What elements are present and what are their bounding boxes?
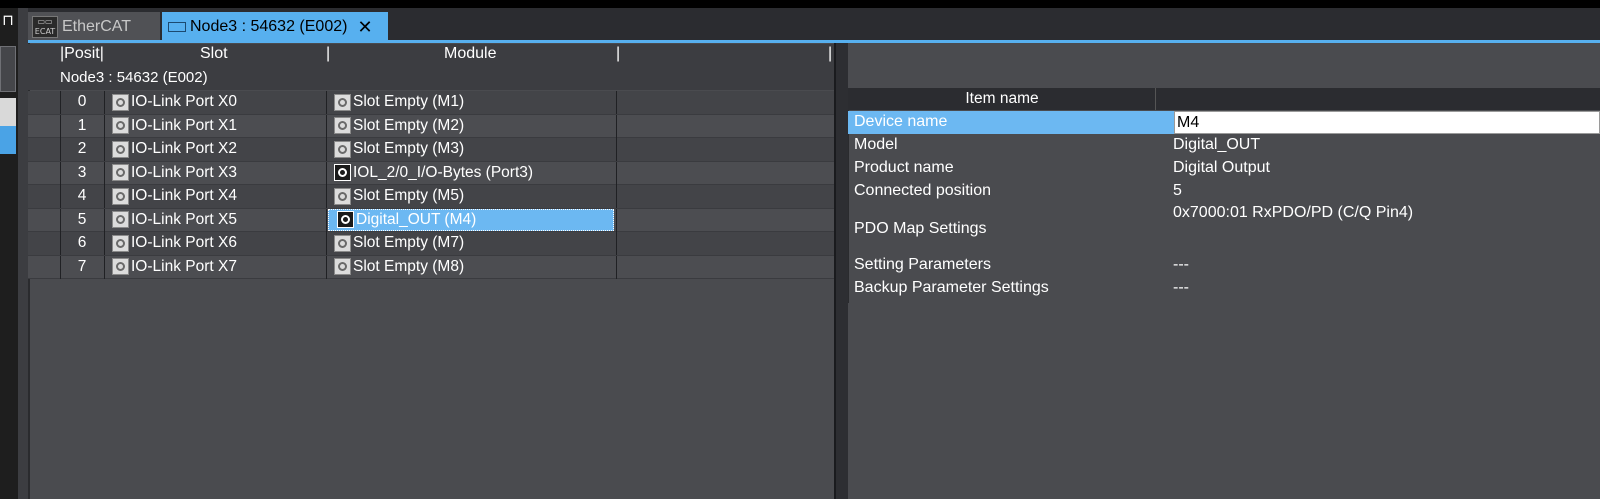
property-key: Product name: [854, 159, 954, 176]
slot-rows: 0 IO-Link Port X0 Slot Empty (M1) 1 IO-L…: [28, 91, 834, 279]
node-title: Node3 : 54632 (E002): [60, 69, 208, 86]
table-row-selected[interactable]: 5 IO-Link Port X5 Digital_OUT (M4): [28, 208, 834, 232]
property-value: ---: [1173, 279, 1189, 296]
slot-cell: IO-Link Port X1: [112, 117, 237, 135]
io-link-icon: [112, 164, 129, 181]
position-cell: 2: [77, 140, 87, 157]
slot-cell: IO-Link Port X3: [112, 164, 237, 182]
table-row[interactable]: 6 IO-Link Port X6 Slot Empty (M7): [28, 232, 834, 256]
property-key: Model: [854, 136, 898, 153]
property-key: Backup Parameter Settings: [854, 279, 1049, 296]
dock-button[interactable]: [0, 46, 16, 92]
property-value: 0x7000:01 RxPDO/PD (C/Q Pin4): [1173, 204, 1414, 221]
module-icon: [337, 211, 354, 228]
io-link-icon: [112, 117, 129, 134]
position-cell: 0: [77, 93, 87, 110]
property-value: Digital_OUT: [1173, 136, 1261, 153]
close-icon[interactable]: ✕: [357, 17, 372, 38]
properties-header: Item name: [848, 88, 1600, 110]
table-row[interactable]: 4 IO-Link Port X4 Slot Empty (M5): [28, 185, 834, 209]
module-cell[interactable]: Slot Empty (M7): [334, 234, 464, 252]
table-row[interactable]: 1 IO-Link Port X1 Slot Empty (M2): [28, 114, 834, 138]
node-icon: [168, 22, 186, 32]
property-value: 5: [1173, 182, 1182, 199]
slot-cell: IO-Link Port X2: [112, 140, 237, 158]
table-row[interactable]: 3 IO-Link Port X3 IOL_2/0_I/O-Bytes (Por…: [28, 161, 834, 185]
device-name-label-cell: Device name: [848, 111, 1174, 134]
property-key: PDO Map Settings: [854, 220, 987, 237]
device-name-input[interactable]: [1174, 111, 1600, 134]
slot-cell: IO-Link Port X4: [112, 187, 237, 205]
module-icon: [334, 234, 351, 252]
ecat-icon: ▭▭ ECAT: [32, 16, 58, 38]
module-icon: [334, 93, 351, 111]
column-header-item-name[interactable]: Item name: [848, 90, 1156, 108]
position-cell: 4: [77, 187, 87, 204]
slot-list-header: |Posit| Slot | Module | |: [28, 44, 834, 66]
position-cell: 6: [77, 234, 87, 251]
position-cell: 3: [77, 163, 87, 181]
pane-splitter[interactable]: [834, 43, 848, 499]
module-cell-selected[interactable]: Digital_OUT (M4): [328, 208, 614, 231]
slot-cell: IO-Link Port X0: [112, 93, 237, 111]
property-key: Setting Parameters: [854, 256, 991, 273]
property-value: ---: [1173, 256, 1189, 273]
position-cell: 5: [77, 210, 87, 228]
column-header-slot[interactable]: Slot: [200, 45, 228, 63]
device-name-label: Device name: [854, 113, 948, 130]
io-link-icon: [112, 234, 129, 252]
column-separator: |: [828, 45, 833, 62]
position-cell: 7: [77, 257, 87, 275]
position-cell: 1: [77, 116, 87, 134]
module-cell[interactable]: Slot Empty (M2): [334, 117, 464, 135]
slot-cell: IO-Link Port X5: [112, 211, 237, 229]
top-strip: [0, 0, 1600, 8]
io-link-icon: [112, 93, 129, 111]
module-cell[interactable]: Slot Empty (M3): [334, 140, 464, 158]
table-row[interactable]: 0 IO-Link Port X0 Slot Empty (M1): [28, 91, 834, 115]
io-link-icon: [112, 187, 129, 205]
slot-cell: IO-Link Port X6: [112, 234, 237, 252]
column-separator: |: [326, 45, 331, 62]
module-icon: [334, 258, 351, 275]
module-cell[interactable]: IOL_2/0_I/O-Bytes (Port3): [334, 164, 533, 182]
io-link-icon: [112, 140, 129, 158]
tab-label: EtherCAT: [62, 18, 132, 35]
column-header-position[interactable]: |Posit|: [60, 45, 104, 63]
io-link-icon: [112, 258, 129, 275]
column-separator: |: [616, 45, 621, 62]
tab-node3[interactable]: Node3 : 54632 (E002) ✕: [162, 12, 388, 42]
module-icon: [334, 187, 351, 205]
module-cell[interactable]: Slot Empty (M8): [334, 258, 464, 276]
module-icon: [334, 140, 351, 158]
io-link-icon: [112, 211, 129, 228]
slot-cell: IO-Link Port X7: [112, 258, 237, 276]
module-icon: [334, 164, 351, 181]
module-cell[interactable]: Slot Empty (M1): [334, 93, 464, 111]
dock-button-active[interactable]: [0, 126, 16, 154]
property-value: Digital Output: [1173, 159, 1270, 176]
module-icon: [334, 117, 351, 134]
table-row[interactable]: 7 IO-Link Port X7 Slot Empty (M8): [28, 255, 834, 279]
node-title-row[interactable]: Node3 : 54632 (E002): [28, 66, 834, 90]
tab-ethercat[interactable]: ▭▭ ECAT EtherCAT: [28, 12, 160, 42]
tab-bar: ▭▭ ECAT EtherCAT Node3 : 54632 (E002) ✕: [28, 8, 1600, 42]
dock-button[interactable]: [0, 98, 16, 126]
pin-icon[interactable]: ⊓: [0, 10, 16, 32]
module-cell[interactable]: Slot Empty (M5): [334, 187, 464, 205]
column-header-module[interactable]: Module: [444, 45, 496, 63]
property-key: Connected position: [854, 182, 991, 199]
table-row[interactable]: 2 IO-Link Port X2 Slot Empty (M3): [28, 138, 834, 162]
tab-label: Node3 : 54632 (E002): [190, 18, 348, 35]
